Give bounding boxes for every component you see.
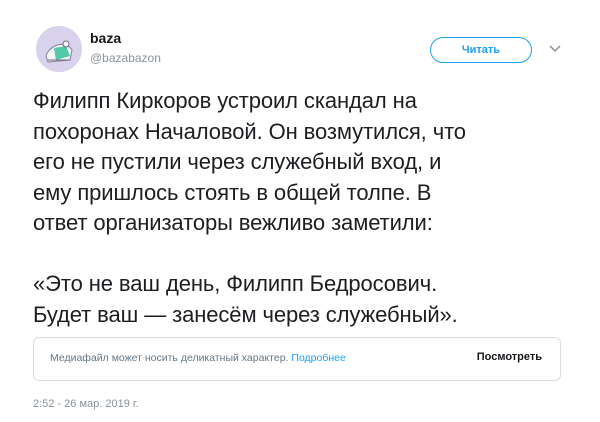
learn-more-link[interactable]: Подробнее: [291, 352, 345, 364]
view-media-button[interactable]: Посмотреть: [477, 351, 542, 363]
author-handle[interactable]: @bazabazon: [90, 51, 161, 65]
media-warning-text: Медиафайл может носить деликатный характ…: [50, 352, 289, 364]
author-name[interactable]: baza: [90, 30, 121, 46]
media-warning-card: Медиафайл может носить деликатный характ…: [33, 337, 561, 381]
tweet-text: Филипп Киркоров устроил скандал на похор…: [33, 88, 466, 327]
tweet-timestamp[interactable]: 2:52 - 26 мар. 2019 г.: [33, 398, 139, 410]
media-warning-note: Медиафайл может носить деликатный характ…: [50, 352, 346, 364]
avatar-icon: [36, 26, 82, 72]
follow-button[interactable]: Читать: [430, 37, 532, 63]
avatar[interactable]: [36, 26, 82, 72]
chevron-down-icon[interactable]: [547, 41, 563, 57]
